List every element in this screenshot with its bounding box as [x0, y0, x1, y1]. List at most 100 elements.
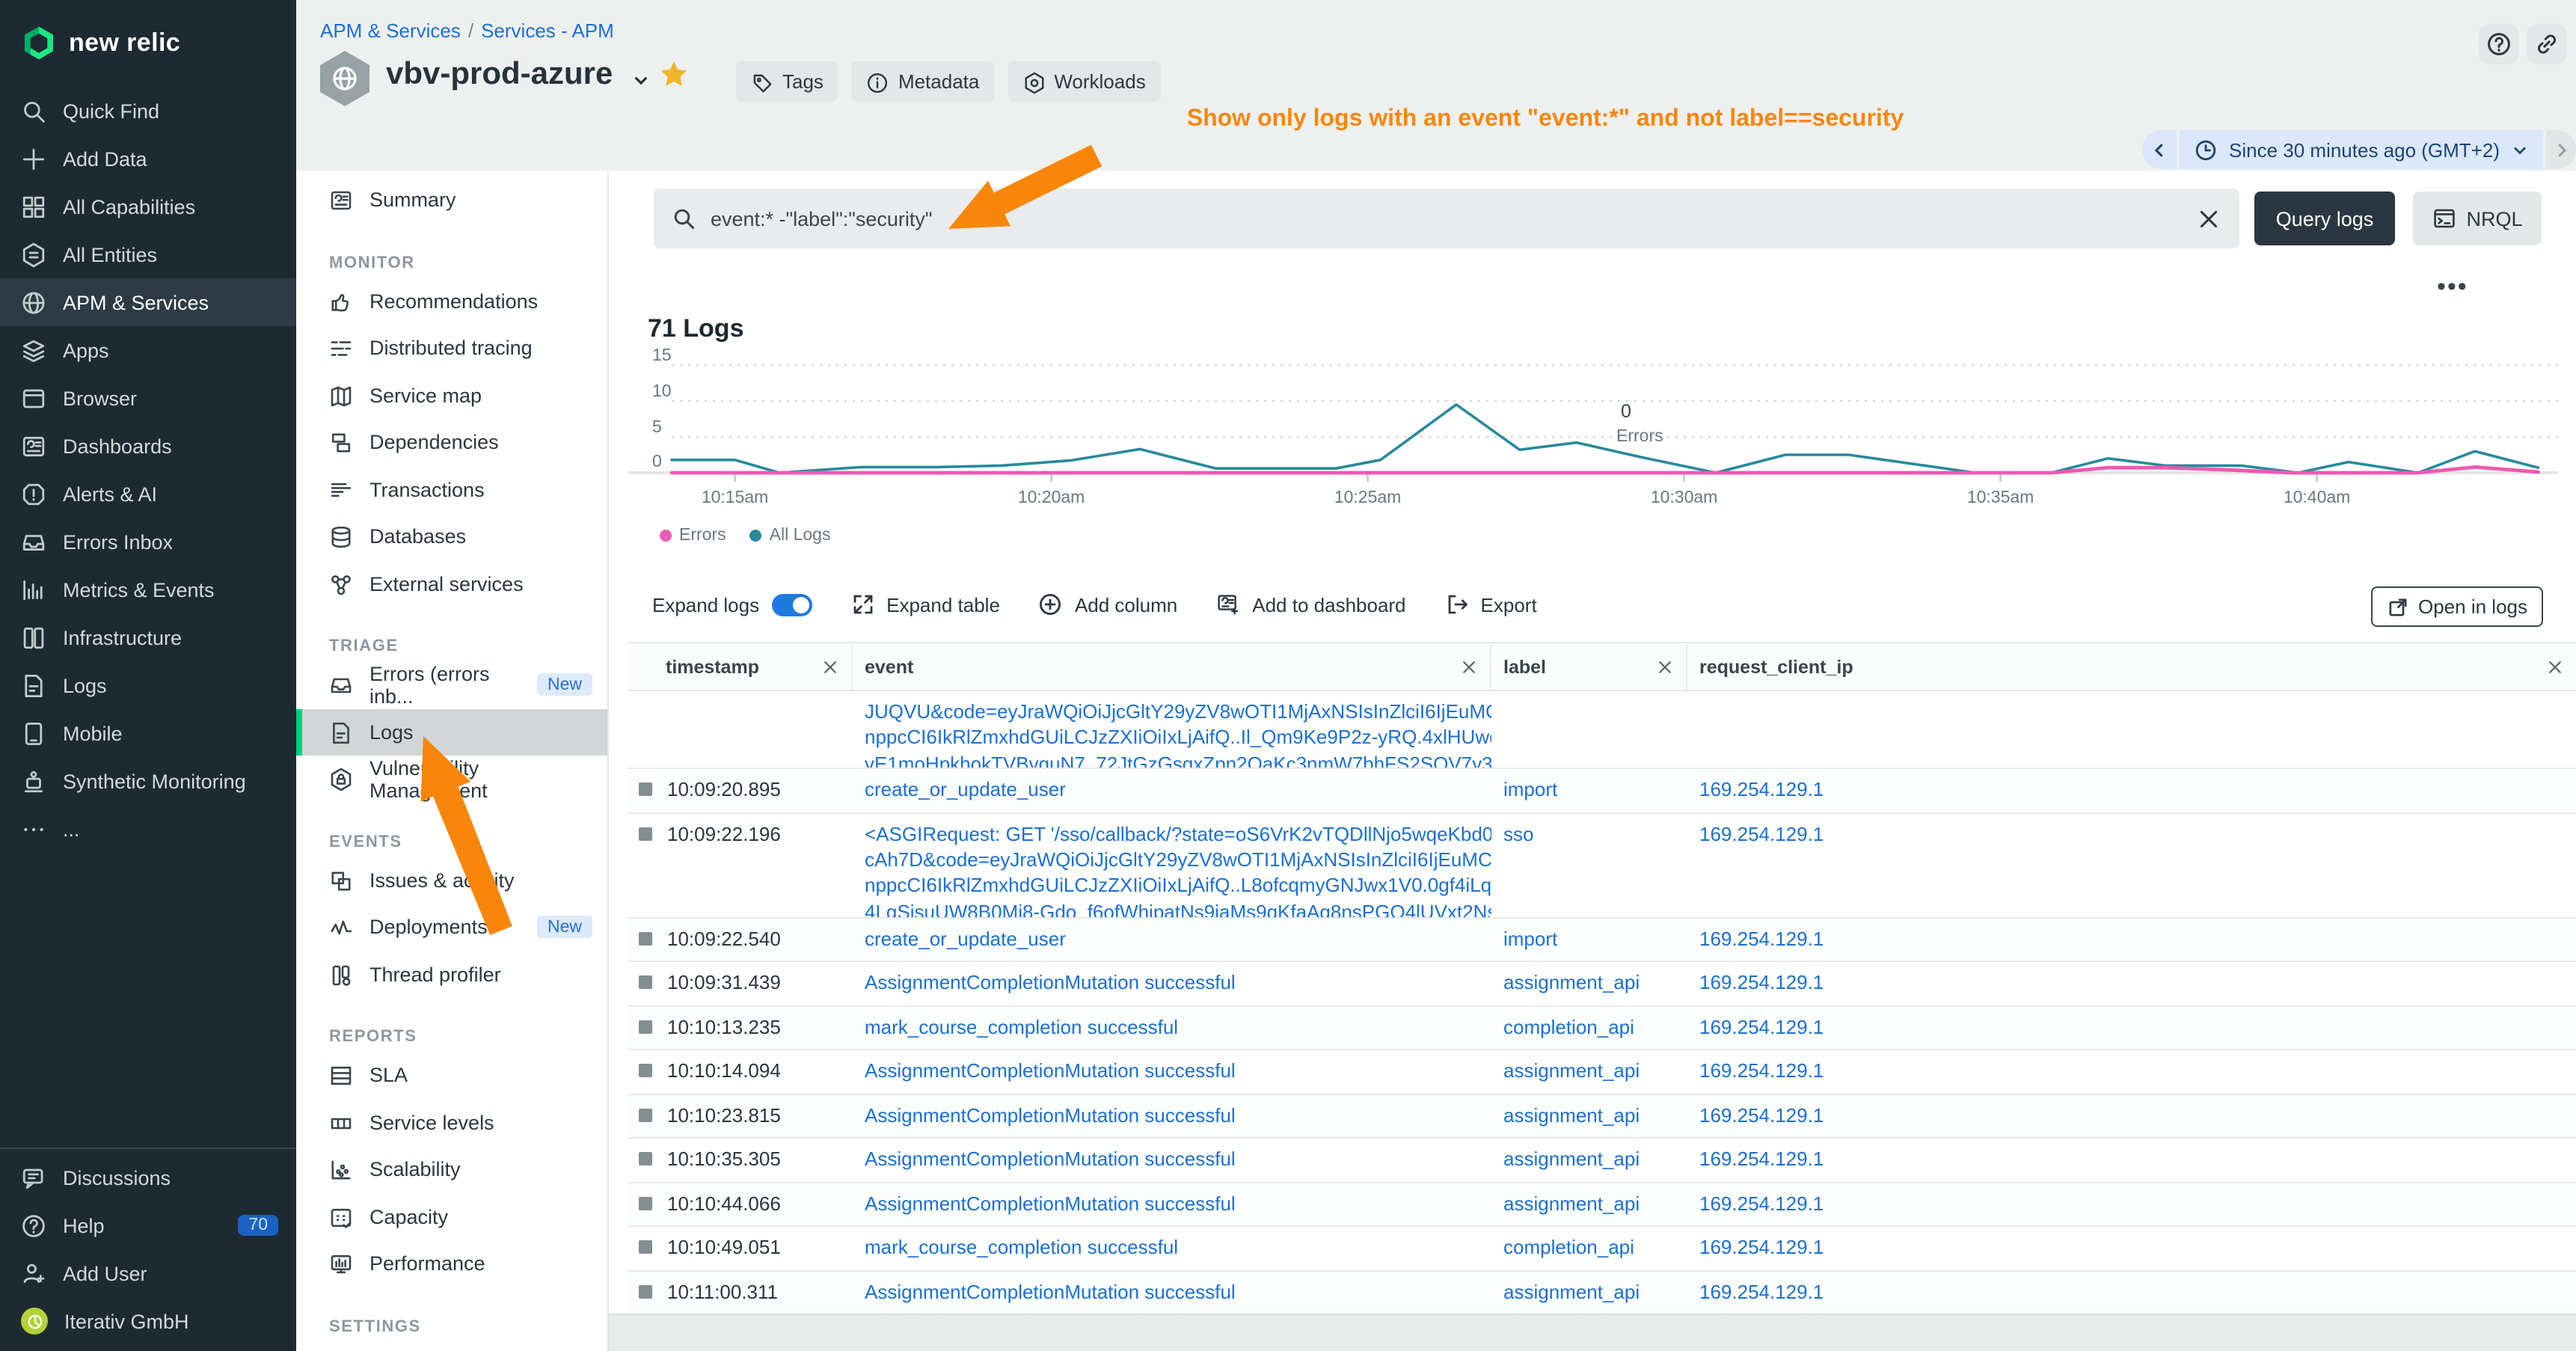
subnav-item-logs[interactable]: Logs	[296, 708, 607, 756]
sidebar-item-mobile[interactable]: Mobile	[0, 709, 296, 757]
cell-request-client-ip[interactable]: 169.254.129.1	[1687, 769, 2576, 812]
log-row[interactable]: 10:10:13.235mark_course_completion succe…	[628, 1006, 2576, 1050]
logs-timeseries-chart[interactable]: 15105010:15am10:20am10:25am10:30am10:35a…	[628, 337, 2558, 525]
cell-request-client-ip[interactable]: 169.254.129.1	[1687, 1006, 2576, 1049]
cell-request-client-ip[interactable]: 169.254.129.1	[1687, 1227, 2576, 1269]
log-row[interactable]: 10:10:14.094AssignmentCompletionMutation…	[628, 1050, 2576, 1094]
chart-menu-button[interactable]: •••	[2437, 272, 2468, 302]
sidebar-item-discussions[interactable]: Discussions	[0, 1154, 296, 1201]
log-search-input[interactable]: event:* -"label":"security"	[654, 189, 2239, 248]
subnav-item-thread-profiler[interactable]: Thread profiler	[296, 951, 607, 998]
subnav-item-recommendations[interactable]: Recommendations	[296, 278, 607, 325]
sidebar-item-help[interactable]: Help70	[0, 1201, 296, 1249]
event-link[interactable]: AssignmentCompletionMutation successful	[865, 969, 1479, 996]
time-range-button[interactable]: Since 30 minutes ago (GMT+2)	[2180, 130, 2543, 169]
add-column-button[interactable]: Add column	[1039, 592, 1177, 616]
nrql-button[interactable]: NRQL	[2413, 192, 2542, 245]
remove-column-icon[interactable]	[1656, 658, 1674, 676]
event-link[interactable]: cAh7D&code=eyJraWQiOiJjcGltY29yZV8wOTI1M…	[865, 847, 1479, 873]
log-row[interactable]: 10:09:31.439AssignmentCompletionMutation…	[628, 962, 2576, 1006]
sidebar-item-[interactable]: ...	[0, 805, 296, 853]
expand-table-button[interactable]: Expand table	[850, 592, 1000, 616]
open-in-logs-button[interactable]: Open in logs	[2371, 586, 2543, 627]
log-row[interactable]: 10:10:49.051mark_course_completion succe…	[628, 1227, 2576, 1271]
subnav-item-deployments[interactable]: DeploymentsNew	[296, 904, 607, 951]
log-row[interactable]: 10:10:23.815AssignmentCompletionMutation…	[628, 1094, 2576, 1139]
subnav-item-summary[interactable]: Summary	[296, 177, 607, 224]
remove-column-icon[interactable]	[2546, 658, 2564, 676]
log-row[interactable]: 10:09:22.540create_or_update_userimport1…	[628, 918, 2576, 962]
cell-label[interactable]: import	[1491, 918, 1687, 961]
sidebar-item-errors-inbox[interactable]: Errors Inbox	[0, 518, 296, 566]
event-link[interactable]: nppcCI6IkRlZmxhdGUiLCJzZXIiOiIxLjAifQ..L…	[865, 873, 1479, 899]
log-row[interactable]: 10:09:22.196<ASGIRequest: GET '/sso/call…	[628, 813, 2576, 918]
tags-button[interactable]: Tags	[736, 61, 838, 102]
subnav-item-distributed-tracing[interactable]: Distributed tracing	[296, 325, 607, 372]
subnav-item-capacity[interactable]: Capacity	[296, 1193, 607, 1240]
cell-label[interactable]: assignment_api	[1491, 1139, 1687, 1181]
event-link[interactable]: vE1moHpkhokTVBvguN7_72JtGzGsqxZpn2OaKc3n…	[865, 751, 1479, 768]
export-button[interactable]: Export	[1445, 592, 1537, 616]
workloads-button[interactable]: Workloads	[1008, 61, 1160, 102]
cell-label[interactable]: assignment_api	[1491, 1094, 1687, 1137]
cell-request-client-ip[interactable]: 169.254.129.1	[1687, 1183, 2576, 1225]
cell-label[interactable]: sso	[1491, 813, 1687, 916]
sidebar-item-apm-services[interactable]: APM & Services	[0, 278, 296, 326]
cell-label[interactable]: assignment_api	[1491, 1271, 1687, 1314]
subnav-item-vulnerability-management[interactable]: Vulnerability Management	[296, 756, 607, 803]
event-link[interactable]: JUQVU&code=eyJraWQiOiJjcGltY29yZV8wOTI1M…	[865, 699, 1479, 725]
log-row[interactable]: 10:11:00.311AssignmentCompletionMutation…	[628, 1271, 2576, 1315]
entity-dropdown-chevron-icon[interactable]	[631, 70, 651, 90]
event-link[interactable]: create_or_update_user	[865, 925, 1479, 952]
cell-label[interactable]: assignment_api	[1491, 962, 1687, 1005]
legend-errors[interactable]: Errors	[660, 527, 726, 545]
subnav-item-service-levels[interactable]: Service levels	[296, 1099, 607, 1146]
cell-label[interactable]: completion_api	[1491, 1006, 1687, 1049]
log-row[interactable]: 10:10:44.066AssignmentCompletionMutation…	[628, 1183, 2576, 1227]
remove-column-icon[interactable]	[821, 658, 839, 676]
sidebar-item-dashboards[interactable]: Dashboards	[0, 422, 296, 470]
expand-logs-switch[interactable]	[771, 593, 812, 616]
expand-logs-toggle[interactable]: Expand logs	[652, 593, 812, 616]
sidebar-item-synthetic-monitoring[interactable]: Synthetic Monitoring	[0, 757, 296, 805]
cell-request-client-ip[interactable]: 169.254.129.1	[1687, 813, 2576, 916]
cell-request-client-ip[interactable]: 169.254.129.1	[1687, 1094, 2576, 1137]
event-link[interactable]: create_or_update_user	[865, 776, 1479, 803]
table-horizontal-scrollbar[interactable]	[609, 1314, 2576, 1351]
sidebar-item-apps[interactable]: Apps	[0, 326, 296, 374]
metadata-button[interactable]: Metadata	[852, 61, 994, 102]
breadcrumb-services-apm[interactable]: Services - APM	[481, 19, 614, 42]
log-row[interactable]: JUQVU&code=eyJraWQiOiJjcGltY29yZV8wOTI1M…	[628, 691, 2576, 769]
event-link[interactable]: AssignmentCompletionMutation successful	[865, 1190, 1479, 1216]
cell-request-client-ip[interactable]: 169.254.129.1	[1687, 962, 2576, 1005]
event-link[interactable]: mark_course_completion successful	[865, 1014, 1479, 1040]
subnav-item-scalability[interactable]: Scalability	[296, 1146, 607, 1193]
legend-all-logs[interactable]: All Logs	[750, 527, 831, 545]
subnav-item-transactions[interactable]: Transactions	[296, 466, 607, 513]
subnav-item-errors-errors-inb[interactable]: Errors (errors inb...New	[296, 661, 607, 708]
sidebar-item-quick-find[interactable]: Quick Find	[0, 87, 296, 135]
event-link[interactable]: AssignmentCompletionMutation successful	[865, 1146, 1479, 1172]
help-button[interactable]	[2479, 24, 2519, 64]
sidebar-item-logs[interactable]: Logs	[0, 661, 296, 709]
sidebar-item-all-capabilities[interactable]: All Capabilities	[0, 183, 296, 230]
sidebar-item-add-data[interactable]: Add Data	[0, 135, 296, 183]
subnav-item-performance[interactable]: Performance	[296, 1240, 607, 1287]
new-relic-logo[interactable]: new relic	[0, 0, 296, 87]
sidebar-item-metrics-events[interactable]: Metrics & Events	[0, 566, 296, 613]
event-link[interactable]: <ASGIRequest: GET '/sso/callback/?state=…	[865, 821, 1479, 847]
subnav-item-databases[interactable]: Databases	[296, 513, 607, 560]
event-link[interactable]: 4LgSjsuUW8B0Mi8-Gdo_f6ofWhjpatNs9jaMs9qK…	[865, 898, 1479, 916]
cell-label[interactable]: assignment_api	[1491, 1183, 1687, 1225]
query-logs-button[interactable]: Query logs	[2254, 192, 2395, 245]
remove-column-icon[interactable]	[1460, 658, 1478, 676]
subnav-item-dependencies[interactable]: Dependencies	[296, 419, 607, 466]
cell-request-client-ip[interactable]: 169.254.129.1	[1687, 1139, 2576, 1181]
cell-label[interactable]	[1491, 691, 1687, 768]
event-link[interactable]: AssignmentCompletionMutation successful	[865, 1058, 1479, 1084]
cell-request-client-ip[interactable]: 169.254.129.1	[1687, 1271, 2576, 1314]
time-back-button[interactable]	[2142, 130, 2177, 169]
sidebar-item-alerts-ai[interactable]: Alerts & AI	[0, 470, 296, 518]
event-link[interactable]: nppcCI6IkRlZmxhdGUiLCJzZXIiOiIxLjAifQ..I…	[865, 725, 1479, 751]
clear-query-icon[interactable]	[2196, 206, 2221, 231]
